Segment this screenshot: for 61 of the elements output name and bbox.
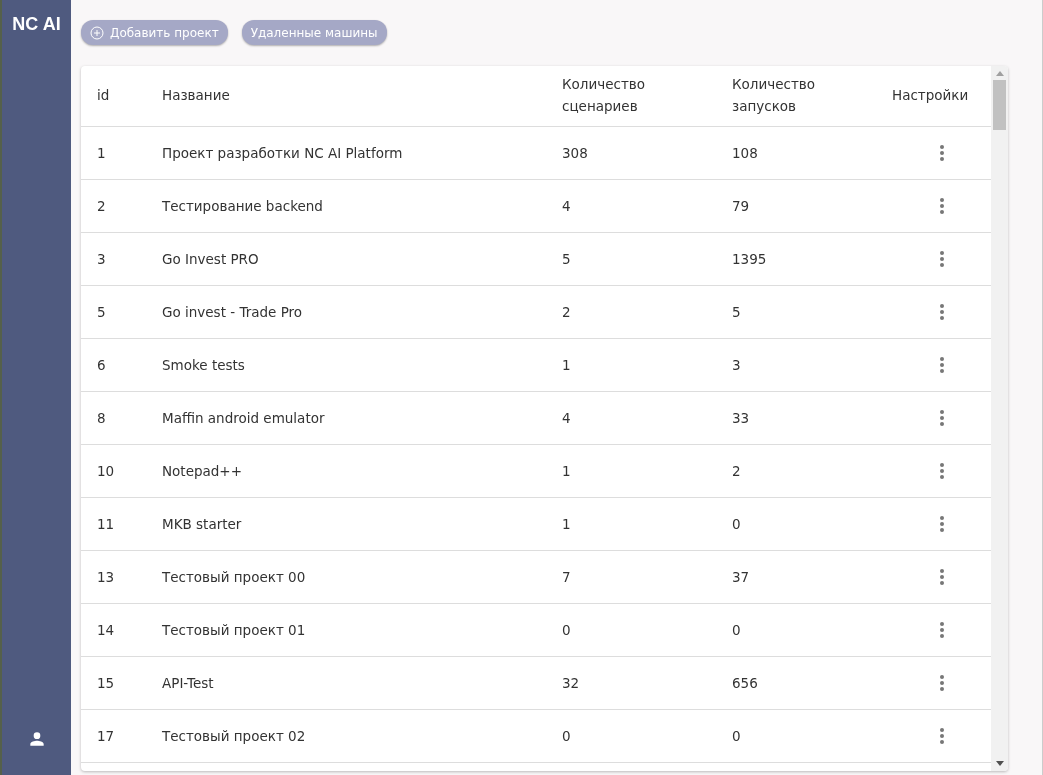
table-cell: 3 — [97, 251, 106, 267]
table-cell: 10 — [97, 463, 115, 479]
column-header: Настройки — [892, 86, 969, 106]
table-cell: 13 — [97, 569, 115, 585]
table-cell: MKB starter — [162, 516, 242, 532]
table-cell: 5 — [562, 251, 571, 267]
column-header: Количество сценариев — [562, 75, 647, 116]
column-header: id — [97, 86, 110, 106]
table-cell: 308 — [562, 145, 588, 161]
table-cell: 3 — [732, 357, 741, 373]
table-cell: Go Invest PRO — [162, 251, 259, 267]
table-cell: 2 — [97, 198, 106, 214]
column-header: Количество запусков — [732, 75, 817, 116]
table-cell: 79 — [732, 198, 750, 214]
table-cell: 37 — [732, 569, 750, 585]
app-logo: NC AI — [12, 14, 61, 35]
table-cell: Проект разработки NC AI Platform — [162, 145, 403, 161]
table-cell: 0 — [562, 728, 571, 744]
scrollbar-thumb[interactable] — [993, 80, 1006, 130]
table-cell: 5 — [97, 304, 106, 320]
table-cell: 2 — [732, 463, 741, 479]
table-cell: 17 — [97, 728, 115, 744]
scrollbar-track[interactable] — [991, 66, 1008, 771]
table-cell: 1 — [562, 357, 571, 373]
table-cell: 108 — [732, 145, 758, 161]
table-cell: 32 — [562, 675, 580, 691]
table-cell: 656 — [732, 675, 758, 691]
table-cell: 0 — [732, 516, 741, 532]
add-project-button[interactable]: Добавить проект — [81, 20, 228, 45]
table-cell: Maffin android emulator — [162, 410, 325, 426]
table-cell: 4 — [562, 410, 571, 426]
table-cell: 1395 — [732, 251, 767, 267]
scroll-up-icon[interactable] — [995, 71, 1004, 76]
table-cell: 15 — [97, 675, 115, 691]
column-header: Название — [162, 86, 230, 106]
remote-machines-button[interactable]: Удаленные машины — [241, 20, 387, 45]
table-cell: 0 — [562, 622, 571, 638]
table-cell: 1 — [97, 145, 106, 161]
table-cell: Тестирование backend — [162, 198, 323, 214]
table-cell: Notepad++ — [162, 463, 242, 479]
table-cell: Тестовый проект 02 — [162, 728, 306, 744]
table-cell: 8 — [97, 410, 106, 426]
table-cell: 14 — [97, 622, 115, 638]
table-cell: API-Test — [162, 675, 214, 691]
add-circle-icon — [90, 25, 104, 40]
table-cell: 7 — [562, 569, 571, 585]
table-cell: Тестовый проект 00 — [162, 569, 306, 585]
table-cell: 11 — [97, 516, 115, 532]
table-cell: 33 — [732, 410, 750, 426]
table-cell: 1 — [562, 516, 571, 532]
table-cell: Go invest - Trade Pro — [162, 304, 303, 320]
table-cell: 6 — [97, 357, 106, 373]
scroll-down-icon[interactable] — [995, 761, 1004, 766]
table-cell: Тестовый проект 01 — [162, 622, 306, 638]
table-cell: 1 — [562, 463, 571, 479]
table-cell: Smoke tests — [162, 357, 245, 373]
table-cell: 4 — [562, 198, 571, 214]
table-cell: 0 — [732, 622, 741, 638]
table-cell: 2 — [562, 304, 571, 320]
table-cell: 0 — [732, 728, 741, 744]
table-cell: 5 — [732, 304, 741, 320]
